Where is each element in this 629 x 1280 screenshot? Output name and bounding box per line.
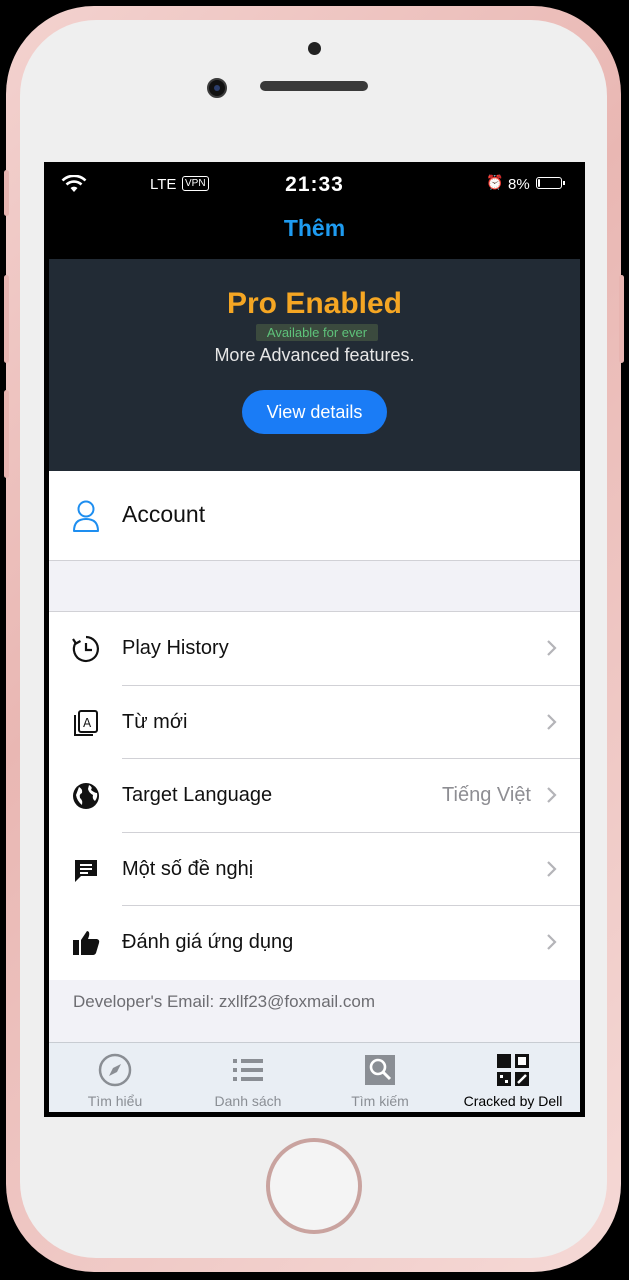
navigation-bar: Thêm: [49, 201, 580, 259]
availability-badge: Available for ever: [256, 324, 378, 341]
new-words-icon: A: [71, 708, 101, 738]
chevron-right-icon: [546, 860, 558, 883]
tab-bar: Tìm hiểu Danh sách Tìm kiếm Cracked by D…: [49, 1042, 580, 1112]
menu-row-rate-app[interactable]: Đánh giá ứng dụng: [49, 906, 580, 980]
compass-icon: [98, 1053, 132, 1087]
svg-text:A: A: [83, 716, 92, 730]
chevron-right-icon: [546, 639, 558, 662]
pro-subtitle: More Advanced features.: [214, 345, 415, 365]
tab-label: Tìm hiểu: [87, 1093, 143, 1109]
globe-icon: [71, 781, 101, 811]
menu-row-new-words[interactable]: A Từ mới: [49, 686, 580, 759]
menu-label: Target Language: [122, 784, 273, 806]
home-button[interactable]: [266, 1138, 362, 1234]
battery-percent: 8%: [508, 176, 530, 193]
chevron-right-icon: [546, 933, 558, 956]
tab-explore[interactable]: Tìm hiểu: [49, 1043, 181, 1112]
power-button: [619, 275, 624, 363]
menu-value: Tiếng Việt: [442, 784, 531, 806]
qr-grid-icon: [496, 1053, 530, 1087]
menu-row-target-language[interactable]: Target Language Tiếng Việt: [49, 759, 580, 833]
proximity-sensor: [308, 42, 321, 55]
alarm-icon: ⏰: [486, 174, 504, 190]
screen: LTE VPN 21:33 ⏰ 8% Thêm Pro Enabled Avai…: [44, 162, 585, 1117]
pro-title: Pro Enabled: [226, 287, 403, 320]
pro-banner: Pro Enabled Available for ever More Adva…: [49, 259, 580, 471]
silent-switch: [4, 170, 9, 216]
search-icon: [363, 1053, 397, 1087]
status-bar: LTE VPN 21:33 ⏰ 8%: [49, 167, 580, 201]
tab-list[interactable]: Danh sách: [182, 1043, 314, 1112]
tab-search[interactable]: Tìm kiếm: [314, 1043, 446, 1112]
tab-more[interactable]: Cracked by Dell: [447, 1043, 579, 1112]
account-row[interactable]: Account: [49, 471, 580, 561]
menu-label: Play History: [122, 637, 229, 659]
front-camera: [207, 78, 227, 98]
tab-label: Tìm kiếm: [351, 1093, 409, 1109]
menu-label: Từ mới: [122, 710, 188, 733]
account-label: Account: [122, 501, 206, 527]
developer-email: Developer's Email: zxllf23@foxmail.com: [73, 992, 376, 1011]
settings-list: Play History A Từ mới Target Language Ti…: [49, 611, 580, 980]
menu-label: Một số đề nghị: [122, 857, 254, 880]
feedback-icon: [71, 855, 101, 885]
menu-row-suggestions[interactable]: Một số đề nghị: [49, 833, 580, 906]
list-icon: [231, 1053, 265, 1087]
chevron-right-icon: [546, 713, 558, 736]
menu-row-play-history[interactable]: Play History: [49, 612, 580, 686]
volume-up-button: [4, 275, 9, 363]
tab-label: Danh sách: [214, 1093, 282, 1109]
app-screen: LTE VPN 21:33 ⏰ 8% Thêm Pro Enabled Avai…: [49, 167, 580, 1112]
page-title: Thêm: [283, 215, 346, 241]
user-icon: [71, 499, 101, 538]
earpiece-speaker: [260, 81, 368, 91]
chevron-right-icon: [546, 786, 558, 809]
tab-label: Cracked by Dell: [463, 1093, 563, 1109]
history-clock-icon: [71, 634, 101, 664]
battery-icon: [536, 177, 565, 189]
view-details-button[interactable]: View details: [242, 390, 387, 434]
menu-label: Đánh giá ứng dụng: [122, 931, 294, 953]
volume-down-button: [4, 390, 9, 478]
thumbs-up-icon: [71, 928, 101, 958]
